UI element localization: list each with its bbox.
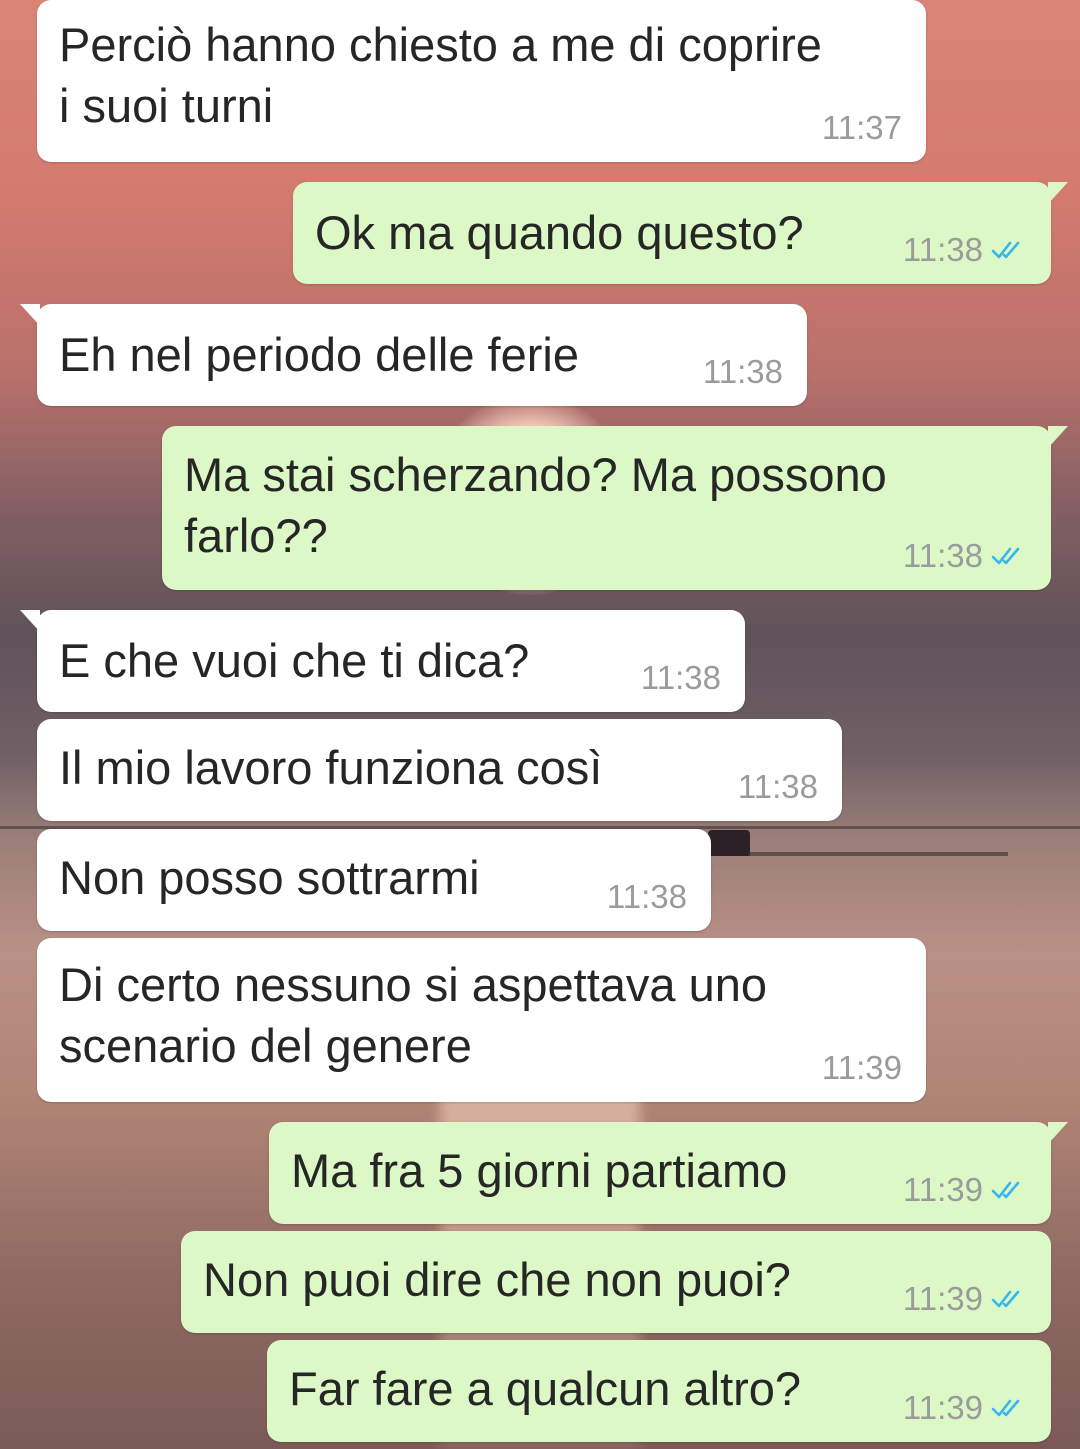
- message-bubble-incoming[interactable]: Non posso sottrarmi 11:38: [37, 829, 711, 931]
- message-bubble-outgoing[interactable]: Far fare a qualcun altro? 11:39: [267, 1340, 1051, 1442]
- message-bubble-incoming[interactable]: E che vuoi che ti dica? 11:38: [20, 610, 745, 712]
- message-text: Il mio lavoro funziona così: [59, 741, 603, 794]
- message-meta: 11:38: [903, 536, 1027, 576]
- message-bubble-outgoing[interactable]: Ok ma quando questo? 11:38: [293, 182, 1068, 284]
- message-bubble-outgoing[interactable]: Ma stai scherzando? Ma possono farlo?? 1…: [162, 426, 1068, 590]
- message-text: Far fare a qualcun altro?: [289, 1362, 802, 1415]
- message-time: 11:38: [902, 231, 983, 268]
- wallpaper-boat-wake: [748, 852, 1008, 856]
- message-bubble-incoming[interactable]: Di certo nessuno si aspettava uno scenar…: [37, 938, 926, 1102]
- message-bubble-outgoing[interactable]: Ma fra 5 giorni partiamo 11:39: [269, 1122, 1068, 1224]
- message-time: 11:39: [902, 1280, 983, 1317]
- message-meta: 11:38: [641, 658, 721, 698]
- message-text: Di certo nessuno si aspettava uno scenar…: [59, 958, 768, 1072]
- message-meta: 11:38: [703, 352, 783, 392]
- message-time: 11:39: [902, 1171, 983, 1208]
- message-meta: 11:38: [607, 877, 687, 917]
- message-time: 11:38: [902, 537, 983, 574]
- message-bubble-outgoing[interactable]: Non puoi dire che non puoi? 11:39: [181, 1231, 1051, 1333]
- message-meta: 11:37: [822, 108, 902, 148]
- double-check-icon: [991, 241, 1020, 259]
- message-text: Ok ma quando questo?: [315, 206, 804, 259]
- double-check-icon: [991, 1399, 1020, 1417]
- message-meta: 11:39: [903, 1388, 1027, 1428]
- message-time: 11:38: [737, 768, 818, 805]
- message-text: E che vuoi che ti dica?: [59, 634, 530, 687]
- message-time: 11:39: [902, 1389, 983, 1426]
- double-check-icon: [991, 1290, 1020, 1308]
- message-text: Non puoi dire che non puoi?: [203, 1253, 791, 1306]
- message-text: Perciò hanno chiesto a me di coprire i s…: [59, 18, 822, 132]
- message-meta: 11:39: [903, 1279, 1027, 1319]
- message-meta: 11:39: [822, 1048, 902, 1088]
- double-check-icon: [991, 1181, 1020, 1199]
- message-bubble-incoming[interactable]: Il mio lavoro funziona così 11:38: [37, 719, 842, 821]
- message-text: Non posso sottrarmi: [59, 851, 480, 904]
- message-bubble-incoming[interactable]: Perciò hanno chiesto a me di coprire i s…: [37, 0, 926, 162]
- message-meta: 11:38: [738, 767, 818, 807]
- message-time: 11:38: [640, 659, 721, 696]
- message-time: 11:38: [606, 878, 687, 915]
- message-text: Ma stai scherzando? Ma possono farlo??: [184, 448, 887, 562]
- wallpaper-boat: [708, 830, 750, 856]
- message-meta: 11:38: [903, 230, 1027, 270]
- message-text: Eh nel periodo delle ferie: [59, 328, 579, 381]
- message-meta: 11:39: [903, 1170, 1027, 1210]
- double-check-icon: [991, 547, 1020, 565]
- message-bubble-incoming[interactable]: Eh nel periodo delle ferie 11:38: [20, 304, 807, 406]
- message-time: 11:38: [702, 353, 783, 390]
- message-time: 11:37: [821, 109, 902, 146]
- message-text: Ma fra 5 giorni partiamo: [291, 1144, 788, 1197]
- message-time: 11:39: [821, 1049, 902, 1086]
